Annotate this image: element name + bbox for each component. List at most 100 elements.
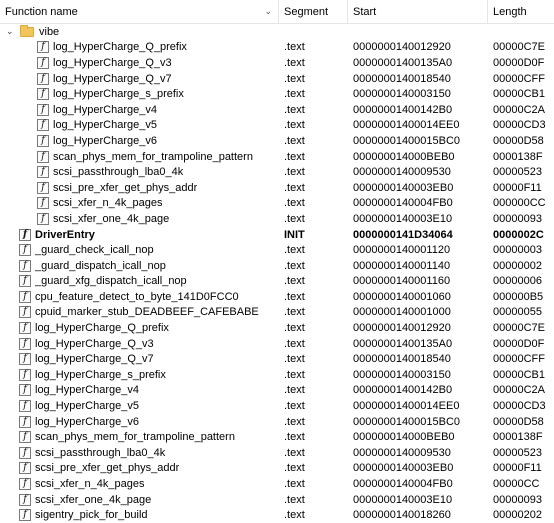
length-cell: 00000C2A	[493, 103, 545, 116]
table-row[interactable]: f _guard_check_icall_nop .text 000000014000…	[0, 242, 554, 258]
length-cell: 00000CFF	[493, 72, 545, 85]
folder-label: vibe	[39, 25, 60, 38]
start-address-cell: 00000001400142B0	[353, 384, 453, 397]
function-icon: f	[19, 275, 31, 288]
table-row[interactable]: f scsi_passthrough_lba0_4k .text 0000000140…	[0, 445, 554, 461]
length-cell: 000000B5	[493, 290, 544, 303]
sort-chevron-down-icon[interactable]: ⌄	[264, 6, 272, 17]
table-row[interactable]: f log_HyperCharge_Q_v7 .text 00000001400185…	[0, 351, 554, 367]
table-row[interactable]: f scsi_pre_xfer_get_phys_addr .text 0000000…	[0, 180, 554, 196]
table-row[interactable]: f log_HyperCharge_s_prefix .text 0000000140…	[0, 86, 554, 102]
column-header-segment[interactable]: Segment	[279, 0, 348, 24]
length-cell: 00000006	[493, 275, 542, 288]
length-cell: 0000138F	[493, 150, 543, 163]
table-row[interactable]: f log_HyperCharge_s_prefix .text 0000000140…	[0, 367, 554, 383]
length-cell: 00000D58	[493, 134, 544, 147]
segment-cell: .text	[284, 103, 305, 116]
function-icon: f	[37, 56, 49, 69]
start-address-cell: 0000000140018260	[353, 509, 451, 522]
start-address-cell: 0000000140001140	[353, 259, 451, 272]
table-row[interactable]: f cpuid_marker_stub_DEADBEEF_CAFEBABE .tex…	[0, 305, 554, 321]
table-row[interactable]: f log_HyperCharge_Q_prefix .text 0000000140…	[0, 40, 554, 56]
table-row[interactable]: f scan_phys_mem_for_trampoline_pattern .te…	[0, 149, 554, 165]
length-cell: 0000138F	[493, 431, 543, 444]
segment-cell: .text	[284, 337, 305, 350]
folder-row-vibe[interactable]: ⌄ vibe	[0, 24, 554, 40]
function-icon: f	[19, 509, 31, 522]
length-cell: 00000202	[493, 509, 542, 522]
table-row[interactable]: f sigentry_pick_for_build .text 00000001400…	[0, 507, 554, 523]
table-row[interactable]: f scsi_passthrough_lba0_4k .text 0000000140…	[0, 164, 554, 180]
function-icon: f	[19, 462, 31, 475]
column-header-start[interactable]: Start	[348, 0, 488, 24]
table-row[interactable]: f log_HyperCharge_v6 .text 00000001400015BC…	[0, 414, 554, 430]
function-name: log_HyperCharge_v5	[35, 400, 139, 413]
table-row[interactable]: f log_HyperCharge_Q_v3 .text 00000001400135…	[0, 55, 554, 71]
function-name: log_HyperCharge_s_prefix	[35, 368, 166, 381]
function-name: scsi_passthrough_lba0_4k	[53, 166, 184, 179]
start-address-cell: 0000000140018540	[353, 72, 451, 85]
table-row[interactable]: f DriverEntry INIT 0000000141D34064 0000002C	[0, 227, 554, 243]
table-row[interactable]: f log_HyperCharge_Q_prefix .text 0000000140…	[0, 320, 554, 336]
table-row[interactable]: f _guard_xfg_dispatch_icall_nop .text 00000…	[0, 274, 554, 290]
segment-cell: .text	[284, 197, 305, 210]
function-icon: f	[19, 415, 31, 428]
segment-cell: .text	[284, 462, 305, 475]
length-cell: 00000C7E	[493, 322, 545, 335]
function-list-view: Function name ⌄ Segment Start Length ⌄ v…	[0, 0, 554, 522]
table-row[interactable]: f _guard_dispatch_icall_nop .text 000000014…	[0, 258, 554, 274]
length-cell: 00000093	[493, 493, 542, 506]
length-cell: 00000C7E	[493, 41, 545, 54]
segment-cell: INIT	[284, 228, 305, 241]
length-cell: 00000523	[493, 446, 542, 459]
table-row[interactable]: f scsi_xfer_one_4k_page .text 0000000140003…	[0, 211, 554, 227]
column-header-length[interactable]: Length	[488, 0, 554, 24]
start-address-cell: 0000000140004FB0	[353, 478, 453, 491]
table-row[interactable]: f log_HyperCharge_v6 .text 00000001400015BC…	[0, 133, 554, 149]
column-header-label: Length	[493, 5, 527, 18]
chevron-down-icon[interactable]: ⌄	[6, 26, 16, 37]
segment-cell: .text	[284, 275, 305, 288]
function-icon: f	[37, 212, 49, 225]
table-row[interactable]: f log_HyperCharge_Q_v7 .text 00000001400185…	[0, 71, 554, 87]
table-row[interactable]: f log_HyperCharge_v5 .text 00000001400014EE…	[0, 398, 554, 414]
table-row[interactable]: f scsi_xfer_one_4k_page .text 0000000140003…	[0, 492, 554, 508]
start-address-cell: 0000000140018540	[353, 353, 451, 366]
function-icon: f	[37, 197, 49, 210]
function-name: log_HyperCharge_Q_v3	[53, 56, 172, 69]
segment-cell: .text	[284, 415, 305, 428]
function-name: log_HyperCharge_v6	[53, 134, 157, 147]
function-name: log_HyperCharge_s_prefix	[53, 88, 184, 101]
table-row[interactable]: f log_HyperCharge_v5 .text 00000001400014EE…	[0, 118, 554, 134]
function-icon: f	[19, 353, 31, 366]
function-icon: f	[37, 88, 49, 101]
column-header-label: Function name	[5, 5, 78, 18]
start-address-cell: 000000014000BEB0	[353, 150, 455, 163]
start-address-cell: 0000000140003EB0	[353, 181, 454, 194]
table-row[interactable]: f log_HyperCharge_v4 .text 00000001400142B0…	[0, 102, 554, 118]
segment-cell: .text	[284, 290, 305, 303]
function-icon: f	[37, 72, 49, 85]
table-row[interactable]: f log_HyperCharge_Q_v3 .text 00000001400135…	[0, 336, 554, 352]
length-cell: 00000093	[493, 212, 542, 225]
column-header-label: Segment	[284, 5, 329, 18]
table-row[interactable]: f scan_phys_mem_for_trampoline_pattern .te…	[0, 429, 554, 445]
table-row[interactable]: f scsi_xfer_n_4k_pages .text 0000000140004F…	[0, 476, 554, 492]
start-address-cell: 0000000140012920	[353, 322, 451, 335]
function-icon: f	[19, 478, 31, 491]
table-row[interactable]: f cpu_feature_detect_to_byte_141D0FCC0 .te…	[0, 289, 554, 305]
table-row[interactable]: f log_HyperCharge_v4 .text 00000001400142B0…	[0, 383, 554, 399]
segment-cell: .text	[284, 212, 305, 225]
function-icon: f	[37, 166, 49, 179]
column-header-function-name[interactable]: Function name ⌄	[0, 0, 279, 24]
segment-cell: .text	[284, 119, 305, 132]
table-row[interactable]: f scsi_pre_xfer_get_phys_addr .text 0000000…	[0, 461, 554, 477]
function-name: log_HyperCharge_Q_v7	[35, 353, 154, 366]
segment-cell: .text	[284, 41, 305, 54]
function-name: scsi_pre_xfer_get_phys_addr	[53, 181, 198, 194]
table-row[interactable]: f scsi_xfer_n_4k_pages .text 0000000140004F…	[0, 196, 554, 212]
function-name: log_HyperCharge_Q_v3	[35, 337, 154, 350]
length-cell: 00000D0F	[493, 337, 545, 350]
function-icon: f	[19, 290, 31, 303]
start-address-cell: 0000000140001160	[353, 275, 451, 288]
